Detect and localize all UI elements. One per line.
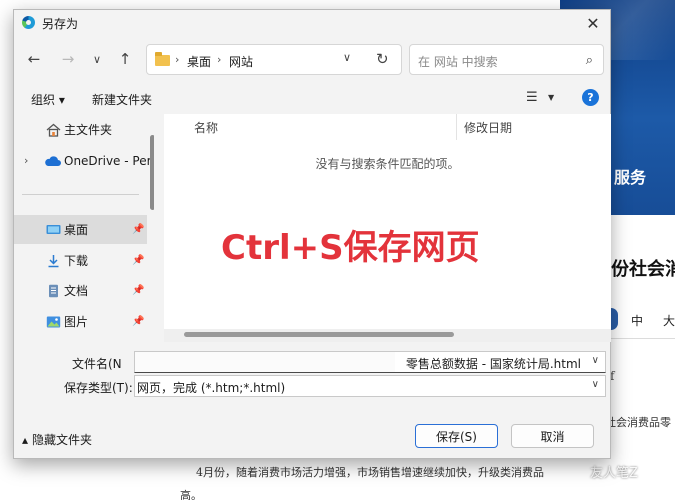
view-options-icon[interactable]: ☰: [526, 90, 538, 105]
column-divider[interactable]: [456, 114, 457, 140]
nav-item-label: 桌面: [64, 223, 89, 237]
column-header-modified[interactable]: 修改日期: [464, 119, 512, 136]
nav-item-pictures[interactable]: 图片 📌: [14, 307, 147, 336]
nav-item-music[interactable]: 音乐 📌: [14, 337, 147, 341]
empty-results-message: 没有与搜索条件匹配的项。: [315, 157, 460, 171]
refresh-icon[interactable]: ↻: [376, 50, 389, 68]
background-paragraph-end: 高。: [180, 489, 202, 500]
nav-item-desktop[interactable]: 桌面 📌: [14, 215, 147, 244]
nav-item-documents[interactable]: 文档 📌: [14, 276, 147, 305]
annotation-overlay-text: Ctrl+S保存网页: [221, 228, 480, 268]
nav-item-label: 文档: [64, 284, 89, 298]
filename-dropdown-chevron-icon[interactable]: ∨: [592, 355, 599, 366]
horizontal-scrollbar-thumb[interactable]: [184, 332, 454, 337]
title-bar[interactable]: 另存为 ✕: [14, 10, 610, 36]
picture-icon: [46, 316, 61, 327]
background-paragraph: 4月份，随着消费市场活力增强，市场销售增速继续加快，升级类消费品: [196, 466, 544, 479]
hide-folders-label: 隐藏文件夹: [32, 433, 93, 447]
nav-item-label: 主文件夹: [64, 123, 113, 137]
filename-value: 零售总额数据 - 国家统计局.html: [405, 357, 581, 371]
nav-item-label: 下载: [64, 254, 89, 268]
filename-label: 文件名(N: [72, 357, 122, 371]
save-button[interactable]: 保存(S): [415, 424, 498, 448]
nav-item-downloads[interactable]: 下载 📌: [14, 246, 147, 275]
filetype-dropdown-chevron-icon[interactable]: ∨: [592, 379, 599, 390]
close-button[interactable]: ✕: [582, 12, 604, 34]
nav-item-home[interactable]: 主文件夹: [14, 115, 147, 144]
pin-icon[interactable]: 📌: [132, 316, 144, 327]
watermark-text: 友人笔Z: [590, 466, 638, 481]
document-icon: [49, 284, 58, 297]
nav-item-onedrive[interactable]: › OneDrive - Per: [14, 146, 152, 175]
filetype-label: 保存类型(T):: [64, 381, 133, 395]
new-folder-button[interactable]: 新建文件夹: [92, 91, 152, 108]
search-input[interactable]: 在 网站 中搜索 ⌕: [409, 44, 604, 75]
background-heading: 份社会消: [611, 259, 675, 280]
breadcrumb-desktop[interactable]: 桌面: [187, 53, 211, 70]
file-list-pane: ^ 名称 修改日期 没有与搜索条件匹配的项。 Ctrl+S保存网页: [164, 114, 611, 342]
organize-menu-button[interactable]: 组织 ▾: [31, 91, 65, 108]
nav-divider: [22, 194, 139, 195]
back-arrow-icon[interactable]: ←: [25, 50, 43, 68]
desktop-icon: [46, 224, 61, 234]
filetype-value: 网页，完成 (*.htm;*.html): [137, 381, 286, 395]
forward-arrow-icon[interactable]: →: [59, 50, 77, 68]
nav-item-label: OneDrive - Per: [64, 153, 152, 168]
search-placeholder: 在 网站 中搜索: [418, 55, 498, 69]
cloud-icon: [45, 155, 61, 166]
edge-browser-icon: [22, 16, 35, 29]
hide-folders-toggle[interactable]: ▴ 隐藏文件夹: [22, 431, 92, 448]
column-header-name[interactable]: 名称: [194, 119, 218, 136]
save-as-dialog: 另存为 ✕ ← → ∨ ↑ › 桌面 › 网站 ∨ ↻ 在 网站 中搜索 ⌕ 组…: [13, 9, 611, 459]
filetype-select[interactable]: 网页，完成 (*.htm;*.html) ∨: [134, 375, 606, 397]
sort-indicator-icon: ^: [320, 114, 328, 121]
home-icon: [46, 123, 61, 137]
breadcrumb-separator-icon[interactable]: ›: [217, 53, 221, 66]
navigation-pane: 主文件夹 › OneDrive - Per 桌面 📌 下载 📌 文档 📌 图片 …: [14, 115, 154, 341]
pin-icon[interactable]: 📌: [132, 285, 144, 296]
download-icon: [48, 254, 59, 267]
folder-icon: [155, 52, 170, 66]
pin-icon[interactable]: 📌: [132, 255, 144, 266]
collapse-chevron-icon: ▴: [22, 432, 29, 447]
background-divider: [604, 338, 675, 339]
breadcrumb-separator-icon[interactable]: ›: [175, 53, 179, 66]
filename-redacted-area: [135, 352, 395, 372]
watermark-logo-icon: [568, 462, 586, 481]
background-sales-line: 社会消费品零: [605, 416, 671, 429]
nav-item-label: 图片: [64, 315, 89, 329]
breadcrumb-website[interactable]: 网站: [229, 53, 253, 70]
help-icon[interactable]: ?: [582, 89, 599, 106]
view-dropdown-icon[interactable]: ▼: [548, 93, 554, 102]
address-dropdown-chevron-icon[interactable]: ∨: [343, 51, 351, 64]
filename-input[interactable]: 零售总额数据 - 国家统计局.html ∨: [134, 351, 606, 373]
watermark: 友人笔Z: [568, 462, 638, 481]
background-font-large[interactable]: 大: [663, 312, 675, 329]
background-font-medium[interactable]: 中: [631, 312, 643, 329]
search-icon[interactable]: ⌕: [586, 53, 593, 68]
dialog-title: 另存为: [42, 17, 79, 31]
recent-locations-chevron-icon[interactable]: ∨: [88, 50, 106, 68]
cancel-button[interactable]: 取消: [511, 424, 594, 448]
pin-icon[interactable]: 📌: [132, 224, 144, 235]
expand-chevron-icon[interactable]: ›: [24, 154, 28, 167]
navigation-scrollbar[interactable]: [150, 135, 154, 210]
up-arrow-icon[interactable]: ↑: [116, 50, 134, 68]
background-service-label: 服务: [614, 168, 647, 187]
address-bar[interactable]: › 桌面 › 网站 ∨ ↻: [146, 44, 402, 75]
